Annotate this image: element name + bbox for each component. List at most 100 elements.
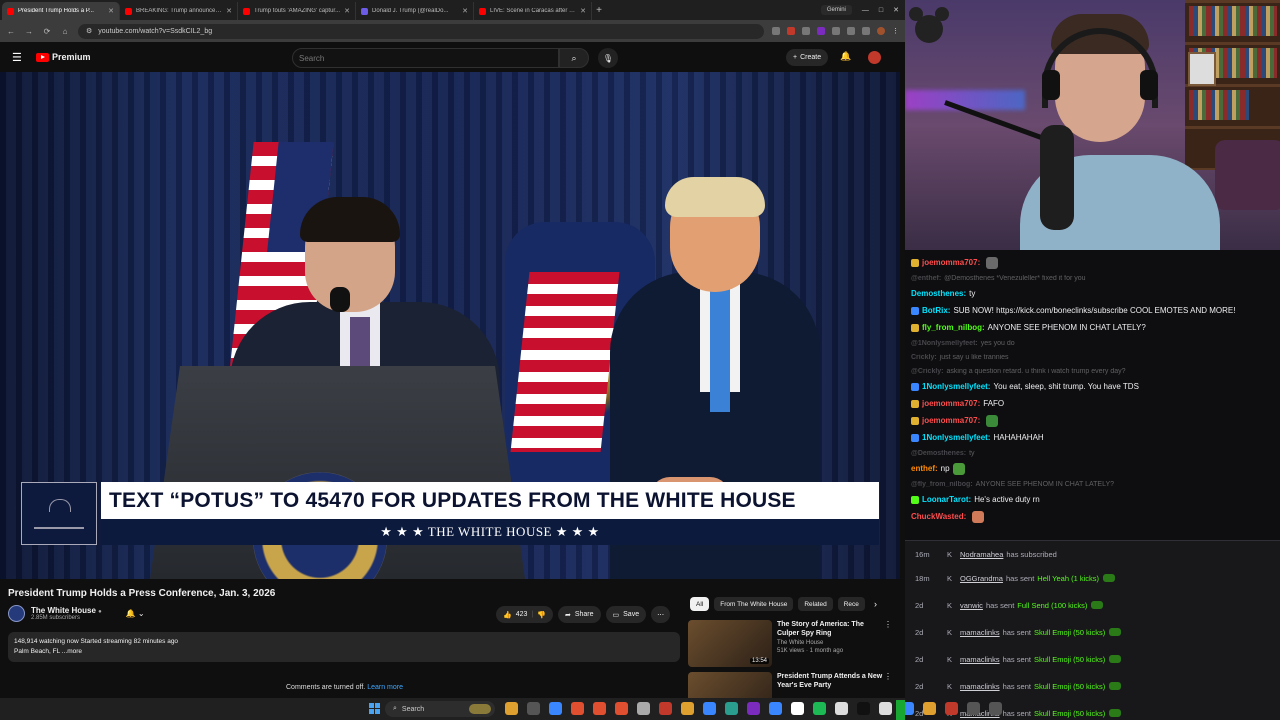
taskbar-app-icon[interactable]	[549, 702, 562, 715]
browser-tab[interactable]: Donald J. Trump (@realDo... ✕	[356, 2, 474, 20]
event-user[interactable]: OGGrandma	[960, 574, 1003, 583]
browser-tab[interactable]: LIVE: Scene in Caracas after U... ✕	[474, 2, 592, 20]
share-button[interactable]: ➦ Share	[557, 606, 601, 623]
extension-icon[interactable]	[862, 27, 870, 35]
reload-icon[interactable]: ⟳	[42, 27, 52, 36]
new-tab-button[interactable]: +	[592, 2, 606, 20]
close-window-icon[interactable]: ✕	[893, 6, 899, 14]
chat-username[interactable]: Demosthenes:	[911, 289, 966, 298]
rec-title[interactable]: President Trump Attends a New Year's Eve…	[777, 672, 887, 690]
extension-icon[interactable]	[772, 27, 780, 35]
notifications-bell-icon[interactable]: 🔔	[840, 51, 851, 62]
taskbar-app-icon[interactable]	[747, 702, 760, 715]
learn-more-link[interactable]: Learn more	[367, 684, 403, 691]
home-icon[interactable]: ⌂	[60, 27, 70, 36]
site-info-icon[interactable]: ⚙	[86, 27, 92, 35]
tab-close-icon[interactable]: ✕	[344, 7, 350, 15]
gemini-button[interactable]: Gemini	[820, 5, 852, 15]
chevron-right-icon[interactable]: ›	[874, 599, 877, 609]
taskbar-app-icon[interactable]	[791, 702, 804, 715]
taskbar-app-icon[interactable]	[703, 702, 716, 715]
extension-icon[interactable]	[817, 27, 825, 35]
chat-username[interactable]: Crickly:	[911, 354, 937, 361]
create-button[interactable]: + Create	[786, 49, 829, 66]
taskbar-app-icon[interactable]	[527, 702, 540, 715]
taskbar-app-icon[interactable]	[879, 702, 892, 715]
more-actions-button[interactable]: ⋯	[651, 606, 671, 623]
chat-username[interactable]: enthef:	[911, 464, 938, 473]
back-icon[interactable]: ←	[6, 27, 16, 36]
filter-chip[interactable]: Related	[798, 597, 833, 611]
taskbar-app-icon[interactable]	[593, 702, 606, 715]
taskbar-app-icon[interactable]	[571, 702, 584, 715]
chat-username[interactable]: LoonarTarot:	[922, 495, 971, 504]
taskbar-app-icon[interactable]	[989, 702, 1002, 715]
maximize-icon[interactable]: □	[879, 7, 883, 14]
tab-close-icon[interactable]: ✕	[462, 7, 468, 15]
event-user[interactable]: vanwic	[960, 601, 983, 610]
taskbar-app-icon[interactable]	[725, 702, 738, 715]
taskbar-app-icon[interactable]	[681, 702, 694, 715]
save-button[interactable]: ▭ Save	[605, 606, 647, 623]
search-input[interactable]: Search	[292, 48, 559, 68]
taskbar-app-icon[interactable]	[835, 702, 848, 715]
subscription-bell-icon[interactable]: 🔔 ⌄	[126, 609, 145, 618]
windows-start-icon[interactable]	[369, 703, 380, 714]
taskbar-app-icon[interactable]	[615, 702, 628, 715]
browser-tab[interactable]: Trump touts 'AMAZING' captur... ✕	[238, 2, 356, 20]
taskbar-app-icon[interactable]	[945, 702, 958, 715]
event-user[interactable]: Nodramahea	[960, 550, 1003, 559]
chat-username[interactable]: joemomma707:	[922, 258, 980, 267]
chat-username[interactable]: 1Nonlysmellyfeet:	[922, 433, 990, 442]
more-options-icon[interactable]: ⋮	[884, 620, 892, 629]
hamburger-menu-icon[interactable]: ☰	[12, 51, 28, 64]
chat-username[interactable]: @1Nonlysmellyfeet:	[911, 340, 978, 347]
chat-username[interactable]: joemomma707:	[922, 399, 980, 408]
chat-username[interactable]: fly_from_nilbog:	[922, 323, 985, 332]
extension-icon[interactable]	[802, 27, 810, 35]
search-icon[interactable]: ⌕	[559, 48, 589, 68]
video-thumbnail[interactable]: 13:54	[688, 620, 772, 667]
chat-username[interactable]: @fly_from_nilbog:	[911, 481, 973, 488]
taskbar-search[interactable]: ⌕ Search	[385, 701, 495, 717]
taskbar-app-icon[interactable]	[659, 702, 672, 715]
account-avatar[interactable]	[868, 51, 881, 64]
chat-username[interactable]: ChuckWasted:	[911, 512, 966, 521]
chat-username[interactable]: @Crickly:	[911, 368, 944, 375]
description-box[interactable]: 148,914 watching now Started streaming 8…	[8, 632, 680, 662]
extension-icon[interactable]	[847, 27, 855, 35]
video-player[interactable]: TEXT “POTUS” TO 45470 FOR UPDATES FROM T…	[0, 72, 900, 579]
chat-username[interactable]: joemomma707:	[922, 416, 980, 425]
extension-icon[interactable]	[832, 27, 840, 35]
menu-icon[interactable]: ⋮	[892, 27, 899, 35]
thumbs-down-icon[interactable]: 👎	[537, 611, 546, 619]
browser-tab[interactable]: BREAKING: Trump announces... ✕	[120, 2, 238, 20]
youtube-logo[interactable]: Premium	[36, 52, 91, 62]
chat-username[interactable]: @enthef:	[911, 275, 941, 282]
like-button[interactable]: 👍 423 | 👎	[496, 606, 553, 623]
channel-name[interactable]: The White House ●	[31, 606, 102, 615]
tab-close-icon[interactable]: ✕	[226, 7, 232, 15]
chat-username[interactable]: @Demosthenes:	[911, 450, 966, 457]
tab-close-icon[interactable]: ✕	[108, 7, 114, 15]
minimize-icon[interactable]: —	[862, 7, 869, 14]
filter-chip[interactable]: All	[690, 597, 710, 611]
recommended-video[interactable]: 13:54 The Story of America: The Culper S…	[688, 620, 892, 667]
filter-chip[interactable]: From The White House	[714, 597, 794, 611]
tab-close-icon[interactable]: ✕	[580, 7, 586, 15]
taskbar-app-icon[interactable]	[967, 702, 980, 715]
taskbar-app-icon[interactable]	[769, 702, 782, 715]
taskbar-app-icon[interactable]	[505, 702, 518, 715]
chat-username[interactable]: 1Nonlysmellyfeet:	[922, 382, 990, 391]
browser-tab[interactable]: President Trump Holds a P... ✕	[2, 2, 120, 20]
taskbar-app-icon[interactable]	[857, 702, 870, 715]
url-field[interactable]: ⚙ youtube.com/watch?v=SsdkCIL2_bg	[78, 23, 764, 39]
more-options-icon[interactable]: ⋮	[884, 672, 892, 681]
taskbar-app-icon[interactable]	[813, 702, 826, 715]
profile-icon[interactable]	[877, 27, 885, 35]
taskbar-app-icon[interactable]	[923, 702, 936, 715]
microphone-icon[interactable]: 🎙	[598, 48, 618, 68]
extension-icon[interactable]	[787, 27, 795, 35]
forward-icon[interactable]: →	[24, 27, 34, 36]
event-user[interactable]: mamaclinks	[960, 655, 1000, 664]
